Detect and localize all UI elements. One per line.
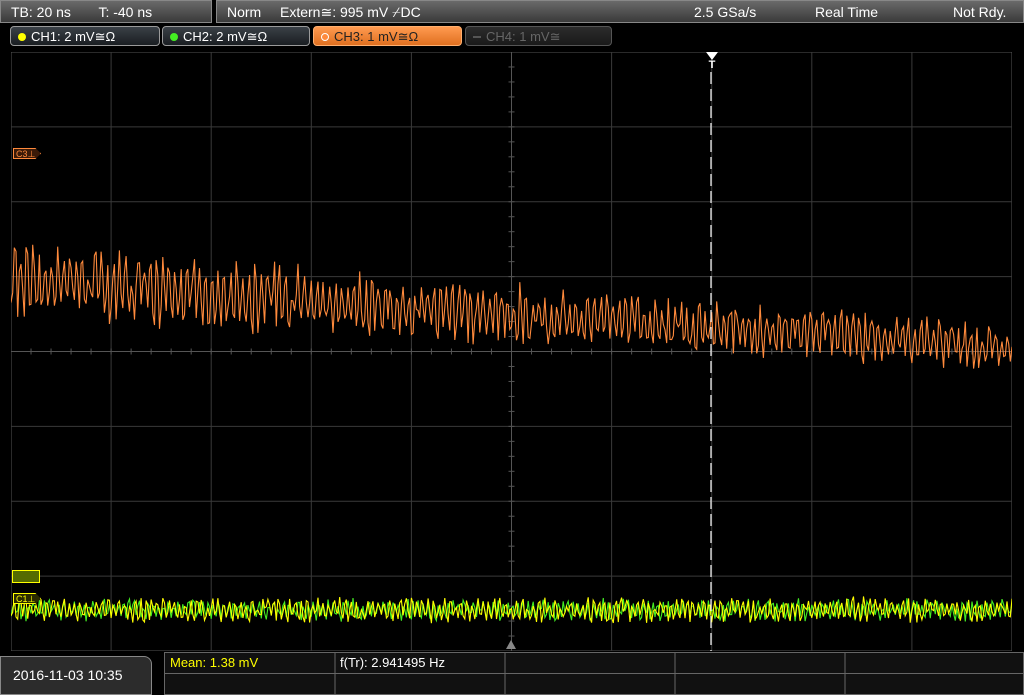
tab-ch1[interactable]: CH1: 2 mV≅Ω: [10, 26, 160, 46]
measurement-mean: Mean: 1.38 mV: [170, 655, 259, 670]
trigger-status-bar[interactable]: Norm Extern≅: 995 mV ⌿DC 2.5 GSa/s Real …: [216, 0, 1024, 23]
ch2-color-icon: [170, 33, 178, 41]
tab-ch3-label: CH3: 1 mV≅Ω: [334, 29, 419, 44]
trigger-position-marker[interactable]: T: [705, 52, 719, 78]
ch1-color-icon: [18, 33, 26, 41]
measurement-panel[interactable]: Mean: 1.38 mV f(Tr): 2.941495 Hz: [164, 652, 1024, 695]
tab-ch1-label: CH1: 2 mV≅Ω: [31, 29, 116, 44]
ch2-offset-marker[interactable]: [12, 570, 40, 583]
trigger-marker-label: T: [708, 59, 716, 71]
tab-ch2-label: CH2: 2 mV≅Ω: [183, 29, 268, 44]
tab-ch3[interactable]: CH3: 1 mV≅Ω: [313, 26, 462, 46]
ch1-offset-marker[interactable]: C1⊥: [13, 593, 41, 604]
trigger-mode: Norm: [227, 4, 262, 20]
datetime-display: 2016-11-03 10:35: [0, 656, 152, 695]
acquisition-status: Not Rdy.: [953, 4, 1007, 20]
tab-ch4[interactable]: CH4: 1 mV≅: [465, 26, 612, 46]
tab-ch4-label: CH4: 1 mV≅: [486, 29, 561, 44]
acquisition-mode: Real Time: [815, 4, 879, 20]
datetime-text: 2016-11-03 10:35: [13, 667, 123, 683]
sample-rate: 2.5 GSa/s: [694, 4, 757, 20]
ch4-off-icon: [473, 36, 481, 38]
timebase-panel[interactable]: TB: 20 ns T: -40 ns: [0, 0, 212, 23]
tab-ch2[interactable]: CH2: 2 mV≅Ω: [162, 26, 310, 46]
timebase-value: TB: 20 ns: [11, 4, 71, 20]
channel-tabs: CH1: 2 mV≅Ω CH2: 2 mV≅Ω CH3: 1 mV≅Ω CH4:…: [0, 26, 1024, 48]
measurement-grid: [164, 652, 1024, 695]
trigger-offset-value: T: -40 ns: [98, 4, 153, 20]
waveform-display[interactable]: [11, 52, 1012, 651]
ch3-color-icon: [321, 33, 329, 41]
trigger-source: Extern≅: 995 mV ⌿DC: [280, 4, 421, 20]
horizontal-position-icon: [506, 640, 516, 649]
measurement-trigger-frequency: f(Tr): 2.941495 Hz: [340, 655, 446, 670]
ch3-offset-marker[interactable]: C3⊥: [13, 148, 41, 159]
